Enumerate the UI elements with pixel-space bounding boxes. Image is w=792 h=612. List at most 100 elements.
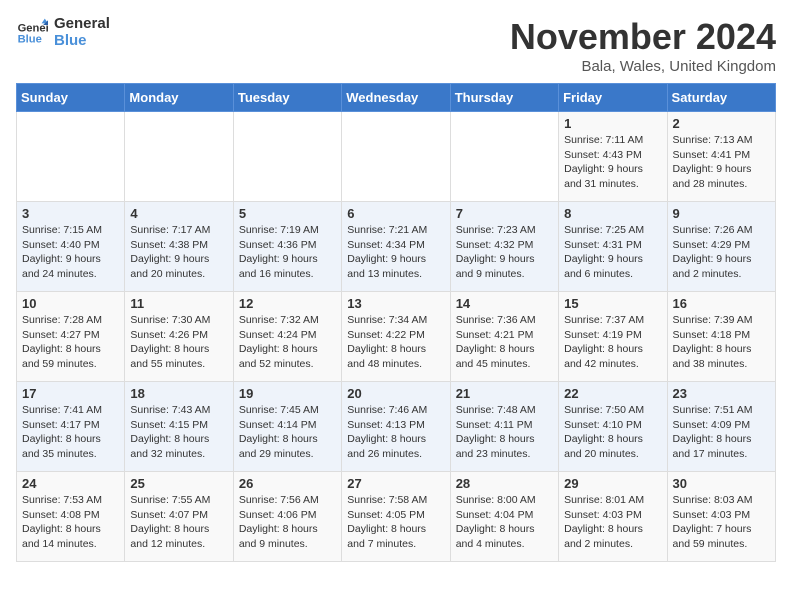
day-info: Sunrise: 7:15 AM Sunset: 4:40 PM Dayligh…: [22, 223, 119, 282]
week-row-4: 17 Sunrise: 7:41 AM Sunset: 4:17 PM Dayli…: [17, 382, 776, 472]
day-info: Sunrise: 8:01 AM Sunset: 4:03 PM Dayligh…: [564, 493, 661, 552]
day-cell: 10Sunrise: 7:28 AM Sunset: 4:27 PM Dayli…: [17, 292, 125, 382]
day-cell: 11 Sunrise: 7:30 AM Sunset: 4:26 PM Dayli…: [125, 292, 233, 382]
header: General Blue General Blue November 2024 …: [16, 16, 776, 75]
week-row-2: 3 Sunrise: 7:15 AM Sunset: 4:40 PM Daylig…: [17, 202, 776, 292]
day-cell: 7 Sunrise: 7:23 AM Sunset: 4:32 PM Daylig…: [450, 202, 558, 292]
day-number: 21: [456, 386, 553, 401]
day-number: 16: [673, 296, 770, 311]
day-header-tuesday: Tuesday: [233, 84, 341, 112]
day-info: Sunrise: 7:25 AM Sunset: 4:31 PM Dayligh…: [564, 223, 661, 282]
day-cell: [17, 112, 125, 202]
day-info: Sunrise: 7:45 AM Sunset: 4:14 PM Dayligh…: [239, 403, 336, 462]
day-info: Sunrise: 7:36 AM Sunset: 4:21 PM Dayligh…: [456, 313, 553, 372]
svg-text:Blue: Blue: [18, 33, 42, 45]
logo-icon: General Blue: [16, 17, 48, 49]
day-cell: 25 Sunrise: 7:55 AM Sunset: 4:07 PM Dayli…: [125, 472, 233, 562]
day-info: Sunrise: 7:50 AM Sunset: 4:10 PM Dayligh…: [564, 403, 661, 462]
day-info: Sunrise: 7:51 AM Sunset: 4:09 PM Dayligh…: [673, 403, 770, 462]
location: Bala, Wales, United Kingdom: [510, 58, 776, 75]
day-header-saturday: Saturday: [667, 84, 775, 112]
day-info: Sunrise: 7:43 AM Sunset: 4:15 PM Dayligh…: [130, 403, 227, 462]
day-number: 23: [673, 386, 770, 401]
day-info: Sunrise: 7:13 AM Sunset: 4:41 PM Dayligh…: [673, 133, 770, 192]
day-number: 5: [239, 206, 336, 221]
day-number: 7: [456, 206, 553, 221]
day-info: Sunrise: 7:11 AM Sunset: 4:43 PM Dayligh…: [564, 133, 661, 192]
day-cell: 18 Sunrise: 7:43 AM Sunset: 4:15 PM Dayli…: [125, 382, 233, 472]
day-number: 9: [673, 206, 770, 221]
day-cell: 23 Sunrise: 7:51 AM Sunset: 4:09 PM Dayli…: [667, 382, 775, 472]
day-cell: 9 Sunrise: 7:26 AM Sunset: 4:29 PM Daylig…: [667, 202, 775, 292]
day-info: Sunrise: 7:26 AM Sunset: 4:29 PM Dayligh…: [673, 223, 770, 282]
week-row-1: 1 Sunrise: 7:11 AM Sunset: 4:43 PM Daylig…: [17, 112, 776, 202]
day-number: 18: [130, 386, 227, 401]
day-info: Sunrise: 7:30 AM Sunset: 4:26 PM Dayligh…: [130, 313, 227, 372]
day-cell: 1 Sunrise: 7:11 AM Sunset: 4:43 PM Daylig…: [559, 112, 667, 202]
day-info: Sunrise: 7:28 AM Sunset: 4:27 PM Dayligh…: [22, 313, 119, 372]
day-info: Sunrise: 7:19 AM Sunset: 4:36 PM Dayligh…: [239, 223, 336, 282]
day-number: 22: [564, 386, 661, 401]
day-info: Sunrise: 7:55 AM Sunset: 4:07 PM Dayligh…: [130, 493, 227, 552]
day-number: 27: [347, 476, 444, 491]
day-number: 4: [130, 206, 227, 221]
day-cell: 22 Sunrise: 7:50 AM Sunset: 4:10 PM Dayli…: [559, 382, 667, 472]
day-cell: 28 Sunrise: 8:00 AM Sunset: 4:04 PM Dayli…: [450, 472, 558, 562]
day-cell: [125, 112, 233, 202]
day-number: 3: [22, 206, 119, 221]
day-info: Sunrise: 7:56 AM Sunset: 4:06 PM Dayligh…: [239, 493, 336, 552]
day-info: Sunrise: 7:39 AM Sunset: 4:18 PM Dayligh…: [673, 313, 770, 372]
day-number: 8: [564, 206, 661, 221]
day-number: 30: [673, 476, 770, 491]
calendar-body: 1 Sunrise: 7:11 AM Sunset: 4:43 PM Daylig…: [17, 112, 776, 562]
day-number: 26: [239, 476, 336, 491]
day-cell: [233, 112, 341, 202]
day-cell: 12Sunrise: 7:32 AM Sunset: 4:24 PM Dayli…: [233, 292, 341, 382]
logo-line1: General: [54, 16, 110, 33]
day-info: Sunrise: 7:21 AM Sunset: 4:34 PM Dayligh…: [347, 223, 444, 282]
day-header-wednesday: Wednesday: [342, 84, 450, 112]
day-cell: [342, 112, 450, 202]
day-info: Sunrise: 7:37 AM Sunset: 4:19 PM Dayligh…: [564, 313, 661, 372]
week-row-5: 24Sunrise: 7:53 AM Sunset: 4:08 PM Dayli…: [17, 472, 776, 562]
day-header-thursday: Thursday: [450, 84, 558, 112]
day-header-sunday: Sunday: [17, 84, 125, 112]
day-info: Sunrise: 7:32 AM Sunset: 4:24 PM Dayligh…: [239, 313, 336, 372]
day-cell: 24Sunrise: 7:53 AM Sunset: 4:08 PM Dayli…: [17, 472, 125, 562]
day-cell: 5 Sunrise: 7:19 AM Sunset: 4:36 PM Daylig…: [233, 202, 341, 292]
day-number: 17: [22, 386, 119, 401]
day-info: Sunrise: 7:48 AM Sunset: 4:11 PM Dayligh…: [456, 403, 553, 462]
day-header-monday: Monday: [125, 84, 233, 112]
day-cell: 20Sunrise: 7:46 AM Sunset: 4:13 PM Dayli…: [342, 382, 450, 472]
calendar-table: SundayMondayTuesdayWednesdayThursdayFrid…: [16, 83, 776, 562]
calendar-header-row: SundayMondayTuesdayWednesdayThursdayFrid…: [17, 84, 776, 112]
day-cell: 2 Sunrise: 7:13 AM Sunset: 4:41 PM Daylig…: [667, 112, 775, 202]
day-cell: 29Sunrise: 8:01 AM Sunset: 4:03 PM Dayli…: [559, 472, 667, 562]
day-number: 25: [130, 476, 227, 491]
day-cell: [450, 112, 558, 202]
day-number: 28: [456, 476, 553, 491]
day-number: 1: [564, 116, 661, 131]
day-cell: 15 Sunrise: 7:37 AM Sunset: 4:19 PM Dayli…: [559, 292, 667, 382]
day-info: Sunrise: 8:03 AM Sunset: 4:03 PM Dayligh…: [673, 493, 770, 552]
day-info: Sunrise: 7:17 AM Sunset: 4:38 PM Dayligh…: [130, 223, 227, 282]
week-row-3: 10Sunrise: 7:28 AM Sunset: 4:27 PM Dayli…: [17, 292, 776, 382]
day-number: 11: [130, 296, 227, 311]
day-info: Sunrise: 8:00 AM Sunset: 4:04 PM Dayligh…: [456, 493, 553, 552]
day-info: Sunrise: 7:23 AM Sunset: 4:32 PM Dayligh…: [456, 223, 553, 282]
day-cell: 30 Sunrise: 8:03 AM Sunset: 4:03 PM Dayli…: [667, 472, 775, 562]
day-cell: 16 Sunrise: 7:39 AM Sunset: 4:18 PM Dayli…: [667, 292, 775, 382]
day-cell: 21 Sunrise: 7:48 AM Sunset: 4:11 PM Dayli…: [450, 382, 558, 472]
day-info: Sunrise: 7:58 AM Sunset: 4:05 PM Dayligh…: [347, 493, 444, 552]
day-cell: 17 Sunrise: 7:41 AM Sunset: 4:17 PM Dayli…: [17, 382, 125, 472]
day-number: 2: [673, 116, 770, 131]
day-number: 14: [456, 296, 553, 311]
day-header-friday: Friday: [559, 84, 667, 112]
logo: General Blue General Blue: [16, 16, 110, 49]
day-cell: 6Sunrise: 7:21 AM Sunset: 4:34 PM Daylig…: [342, 202, 450, 292]
day-info: Sunrise: 7:41 AM Sunset: 4:17 PM Dayligh…: [22, 403, 119, 462]
day-cell: 19Sunrise: 7:45 AM Sunset: 4:14 PM Dayli…: [233, 382, 341, 472]
month-title: November 2024: [510, 16, 776, 58]
day-number: 15: [564, 296, 661, 311]
day-info: Sunrise: 7:53 AM Sunset: 4:08 PM Dayligh…: [22, 493, 119, 552]
